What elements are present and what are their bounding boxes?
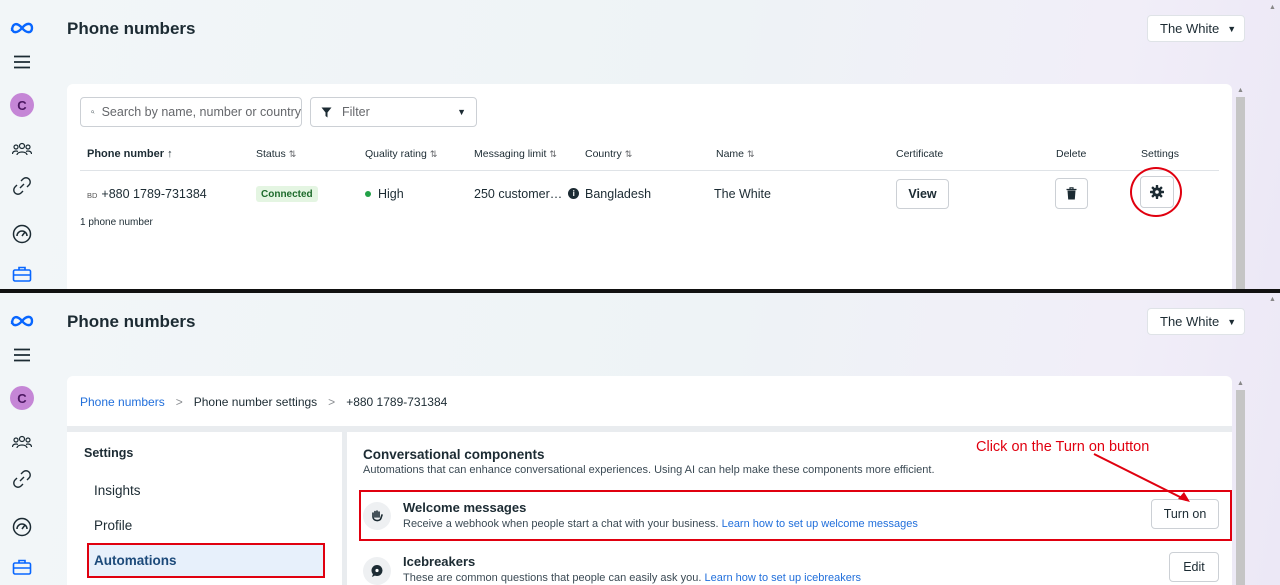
window-scroll-up-icon[interactable]: ▲ bbox=[1269, 4, 1276, 11]
section-subtitle: Automations that can enhance conversatio… bbox=[363, 464, 935, 476]
edit-button[interactable]: Edit bbox=[1169, 552, 1219, 582]
search-placeholder: Search by name, number or country bbox=[101, 105, 301, 119]
sort-icon: ⇅ bbox=[429, 149, 438, 159]
avatar-letter: C bbox=[10, 386, 34, 410]
nav-item-automations-label: Automations bbox=[94, 553, 177, 568]
dashboard-icon[interactable] bbox=[10, 222, 34, 246]
col-status[interactable]: Status ⇅ bbox=[256, 148, 296, 160]
avatar[interactable]: C bbox=[10, 386, 34, 410]
col-certificate: Certificate bbox=[896, 148, 944, 160]
info-icon[interactable]: i bbox=[568, 188, 580, 200]
icebreakers-desc: These are common questions that people c… bbox=[403, 572, 862, 584]
chevron-right-icon: > bbox=[328, 395, 336, 409]
col-settings: Settings bbox=[1141, 148, 1179, 160]
scroll-up-icon[interactable]: ▲ bbox=[1237, 87, 1244, 94]
nav-item-automations[interactable]: Automations bbox=[87, 543, 325, 578]
cell-name: The White bbox=[714, 187, 771, 201]
col-messaging-limit[interactable]: Messaging limit ⇅ bbox=[474, 148, 557, 160]
sort-icon: ⇅ bbox=[624, 149, 633, 159]
business-selector[interactable]: The White ▼ bbox=[1147, 15, 1245, 42]
search-input[interactable]: Search by name, number or country bbox=[80, 97, 302, 127]
people-icon[interactable] bbox=[10, 137, 34, 161]
breadcrumb-current: +880 1789-731384 bbox=[346, 395, 448, 409]
business-selector-label: The White bbox=[1160, 21, 1220, 36]
cell-country: Bangladesh bbox=[585, 187, 652, 201]
left-rail: C bbox=[0, 0, 45, 289]
business-selector-label: The White bbox=[1160, 314, 1220, 329]
annotation-arrow-icon bbox=[1093, 453, 1190, 502]
filter-icon bbox=[321, 107, 332, 117]
sort-icon: ⇅ bbox=[288, 149, 297, 159]
status-badge: Connected bbox=[256, 186, 318, 202]
card-scrollbar[interactable] bbox=[1236, 97, 1245, 289]
link-icon[interactable] bbox=[10, 174, 34, 198]
sort-up-icon: ↑ bbox=[167, 148, 173, 160]
cell-phone-number: BD +880 1789-731384 bbox=[87, 187, 207, 201]
col-phone-number[interactable]: Phone number ↑ bbox=[87, 148, 173, 160]
link-icon[interactable] bbox=[10, 467, 34, 491]
filter-label: Filter bbox=[342, 105, 370, 119]
nav-item-insights[interactable]: Insights bbox=[94, 483, 141, 498]
nav-item-profile[interactable]: Profile bbox=[94, 518, 132, 533]
top-panel: C Phone numbers The White ▼ ▲ ▲ Search b… bbox=[0, 0, 1280, 289]
chat-bubble-icon bbox=[363, 557, 391, 585]
caret-down-icon: ▼ bbox=[1227, 23, 1237, 34]
filter-dropdown[interactable]: Filter ▼ bbox=[310, 97, 477, 127]
delete-button[interactable] bbox=[1055, 178, 1088, 209]
quality-dot-icon bbox=[365, 190, 371, 197]
cell-quality-rating: High bbox=[365, 187, 404, 201]
cell-messaging-limit: 250 customer… i bbox=[474, 187, 580, 201]
breadcrumb-phone-number-settings[interactable]: Phone number settings bbox=[194, 395, 317, 409]
avatar-letter: C bbox=[10, 93, 34, 117]
icebreakers-title: Icebreakers bbox=[403, 554, 476, 569]
settings-nav-heading: Settings bbox=[84, 446, 134, 460]
chevron-right-icon: > bbox=[175, 395, 183, 409]
scroll-up-icon[interactable]: ▲ bbox=[1237, 380, 1244, 387]
col-delete: Delete bbox=[1056, 148, 1087, 160]
header-divider bbox=[80, 170, 1219, 171]
breadcrumb-phone-numbers[interactable]: Phone numbers bbox=[80, 395, 165, 409]
icebreakers-learn-link[interactable]: Learn how to set up icebreakers bbox=[704, 572, 861, 584]
view-certificate-button[interactable]: View bbox=[896, 179, 949, 209]
menu-icon[interactable] bbox=[10, 343, 34, 367]
card-scrollbar[interactable] bbox=[1236, 390, 1245, 585]
country-code: BD bbox=[87, 191, 98, 200]
col-country[interactable]: Country ⇅ bbox=[585, 148, 632, 160]
business-selector[interactable]: The White ▼ bbox=[1147, 308, 1245, 335]
breadcrumb: Phone numbers > Phone number settings > … bbox=[80, 395, 447, 409]
col-quality-rating[interactable]: Quality rating ⇅ bbox=[365, 148, 437, 160]
avatar[interactable]: C bbox=[10, 93, 34, 117]
meta-logo-icon[interactable] bbox=[10, 309, 34, 333]
caret-down-icon: ▼ bbox=[457, 107, 466, 117]
trash-icon bbox=[1066, 187, 1077, 200]
page-title: Phone numbers bbox=[67, 19, 196, 38]
search-icon bbox=[91, 110, 95, 114]
sort-icon: ⇅ bbox=[747, 149, 755, 159]
menu-icon[interactable] bbox=[10, 50, 34, 74]
people-icon[interactable] bbox=[10, 430, 34, 454]
briefcase-icon[interactable] bbox=[10, 262, 34, 286]
left-rail: C bbox=[0, 293, 45, 585]
page-title: Phone numbers bbox=[67, 312, 196, 331]
phone-number-count: 1 phone number bbox=[80, 217, 153, 228]
window-scroll-up-icon[interactable]: ▲ bbox=[1269, 296, 1276, 303]
caret-down-icon: ▼ bbox=[1227, 316, 1237, 327]
nav-divider bbox=[342, 432, 347, 585]
section-title: Conversational components bbox=[363, 447, 545, 462]
briefcase-icon[interactable] bbox=[10, 555, 34, 579]
dashboard-icon[interactable] bbox=[10, 515, 34, 539]
col-name[interactable]: Name ⇅ bbox=[716, 148, 755, 160]
meta-logo-icon[interactable] bbox=[10, 16, 34, 40]
sort-icon: ⇅ bbox=[549, 149, 557, 159]
settings-highlight-circle bbox=[1130, 167, 1182, 217]
